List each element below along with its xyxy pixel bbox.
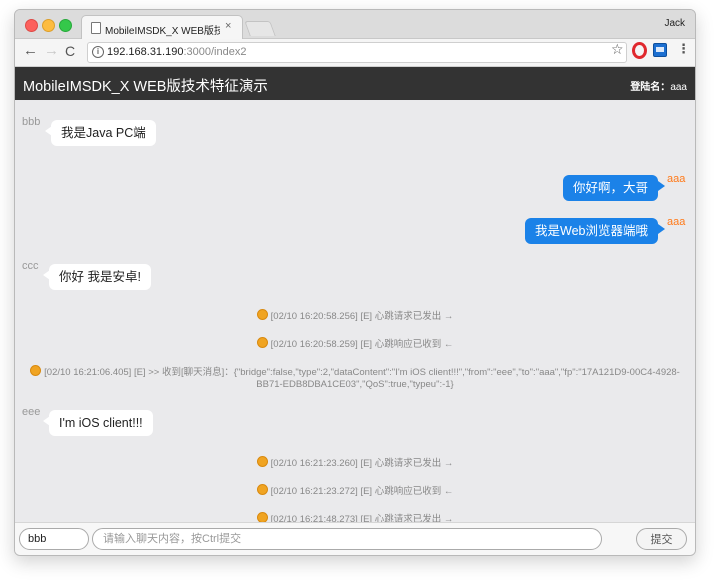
message-sender: aaa [667,173,686,185]
message-sender: aaa [667,216,686,228]
input-bar: 提交 [15,522,695,555]
tab-bar: MobileIMSDK_X WEB版技术特征 × Jack [15,10,695,39]
send-button[interactable]: 提交 [636,528,687,550]
info-icon[interactable]: i [92,46,104,58]
system-log: [02/10 16:21:06.405] [E] >> 收到[聊天消息]：{"b… [21,365,689,391]
system-log: [02/10 16:21:23.260] [E] 心跳请求已发出 → [15,455,695,469]
app-header: MobileIMSDK_X WEB版技术特征演示 登陆名：aaa [15,67,695,100]
app-title: MobileIMSDK_X WEB版技术特征演示 [23,79,268,95]
menu-icon[interactable]: ⋮ [677,41,690,57]
system-log-text: [02/10 16:21:23.272] [E] 心跳响应已收到 ← [270,486,454,497]
close-window-button[interactable] [25,19,38,32]
browser-tab[interactable]: MobileIMSDK_X WEB版技术特征 × [81,15,243,39]
message-bubble: 你好 我是安卓! [49,264,151,290]
emoji-icon [256,484,268,495]
login-info: 登陆名：aaa [630,78,687,93]
bubble-tail [658,224,665,234]
forward-arrow-icon[interactable]: → [44,42,59,59]
emoji-icon [256,512,268,522]
message-bubble: 我是Java PC端 [51,120,156,146]
system-log: [02/10 16:20:58.256] [E] 心跳请求已发出 → [15,308,695,322]
profile-name[interactable]: Jack [664,18,685,29]
recipient-input[interactable] [19,528,89,550]
message-sender: bbb [22,116,41,128]
extension-icon[interactable] [653,43,667,57]
bubble-tail [658,181,665,191]
zoom-window-button[interactable] [59,19,72,32]
minimize-window-button[interactable] [42,19,55,32]
message-bubble: I'm iOS client!!! [49,410,153,436]
url-host: 192.168.31.190 [107,46,184,58]
system-log-text: [02/10 16:20:58.259] [E] 心跳响应已收到 ← [270,339,454,350]
message-bubble: 你好啊，大哥 [562,175,658,201]
url-text[interactable]: 192.168.31.190:3000/index2 [107,46,246,58]
new-tab-button[interactable] [244,21,276,36]
tab-title: MobileIMSDK_X WEB版技术特征 [105,26,220,37]
emoji-icon [256,337,268,348]
reload-icon[interactable]: C [65,43,75,59]
message-bubble: 我是Web浏览器端哦 [525,218,658,244]
back-arrow-icon[interactable]: ← [23,42,38,59]
message-input[interactable] [92,528,602,550]
document-icon [91,22,101,34]
emoji-icon [30,365,42,376]
browser-toolbar: ← → C i 192.168.31.190:3000/index2 [15,39,695,67]
bookmark-star-icon[interactable]: ☆ [611,41,624,58]
login-label: 登陆名： [630,82,671,93]
opera-extension-icon[interactable] [632,42,647,59]
url-path: :3000/index2 [183,46,247,58]
emoji-icon [256,456,268,467]
system-log-text: [02/10 16:20:58.256] [E] 心跳请求已发出 → [270,311,454,322]
login-user: aaa [670,82,687,93]
system-log-text: [02/10 16:21:06.405] [E] >> 收到[聊天消息]：{"b… [44,367,680,390]
emoji-icon [256,309,268,320]
system-log: [02/10 16:21:48.273] [E] 心跳请求已发出 → [15,511,695,522]
system-log-text: [02/10 16:21:23.260] [E] 心跳请求已发出 → [270,458,454,469]
tab-close-icon[interactable]: × [225,20,231,32]
system-log-text: [02/10 16:21:48.273] [E] 心跳请求已发出 → [270,514,454,522]
system-log: [02/10 16:20:58.259] [E] 心跳响应已收到 ← [15,336,695,350]
message-sender: ccc [22,260,39,272]
message-sender: eee [22,406,41,418]
browser-window: MobileIMSDK_X WEB版技术特征 × Jack ← → C i 19… [14,9,696,556]
chat-area: bbb 我是Java PC端 你好啊，大哥 aaa 我是Web浏览器端哦 aaa… [15,101,695,522]
address-bar[interactable]: i 192.168.31.190:3000/index2 [87,42,627,63]
system-log: [02/10 16:21:23.272] [E] 心跳响应已收到 ← [15,483,695,497]
